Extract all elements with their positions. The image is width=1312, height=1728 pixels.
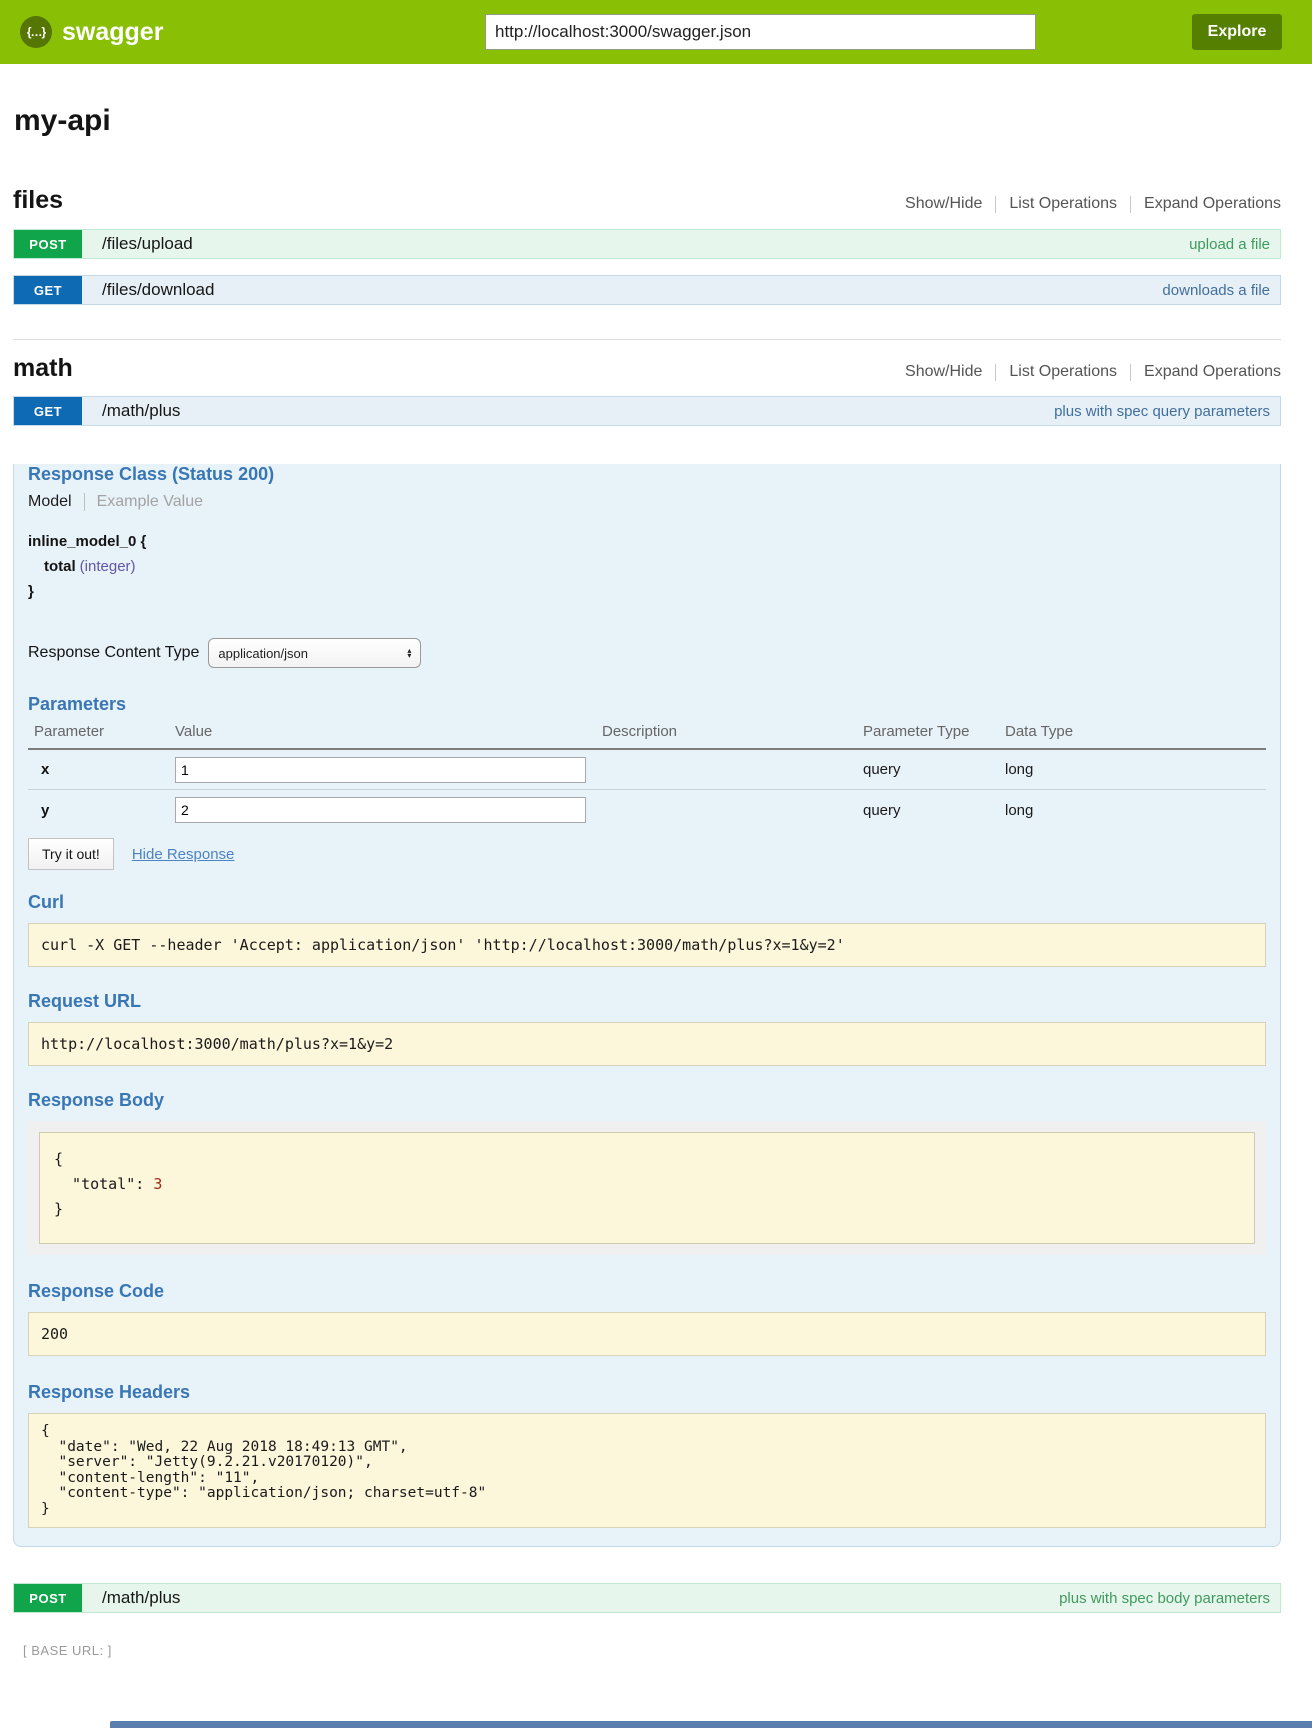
math-section-controls: Show/Hide List Operations Expand Operati…	[905, 363, 1281, 381]
endpoint-path[interactable]: /files/download	[102, 280, 214, 300]
endpoint-path[interactable]: /math/plus	[102, 1588, 180, 1608]
files-section-controls: Show/Hide List Operations Expand Operati…	[905, 195, 1281, 213]
model-property-type: (integer)	[80, 558, 136, 575]
spec-url-input[interactable]	[485, 14, 1036, 50]
parameter-data-type: long	[1005, 761, 1266, 778]
list-operations-link[interactable]: List Operations	[1009, 363, 1117, 381]
swagger-logo-link[interactable]: {…} swagger	[20, 16, 163, 48]
parameter-name: x	[34, 761, 175, 778]
separator	[995, 196, 996, 213]
parameter-data-type: long	[1005, 802, 1266, 819]
math-section-header: math Show/Hide List Operations Expand Op…	[13, 354, 1281, 383]
request-url-box: http://localhost:3000/math/plus?x=1&y=2	[28, 1022, 1266, 1066]
expand-operations-link[interactable]: Expand Operations	[1144, 363, 1281, 381]
response-code-heading: Response Code	[28, 1281, 1266, 1302]
operation-expanded-content: Response Class (Status 200) Model Exampl…	[13, 464, 1281, 1547]
page-content: my-api files Show/Hide List Operations E…	[13, 104, 1281, 1658]
expand-operations-link[interactable]: Expand Operations	[1144, 195, 1281, 213]
try-it-out-button[interactable]: Try it out!	[28, 838, 114, 870]
parameters-table: Parameter Value Description Parameter Ty…	[28, 723, 1266, 830]
parameter-y-input[interactable]	[175, 797, 586, 823]
show-hide-link[interactable]: Show/Hide	[905, 363, 982, 381]
endpoint-row-files-download[interactable]: GET /files/download downloads a file	[13, 275, 1281, 305]
model-tabs: Model Example Value	[28, 493, 1266, 511]
endpoint-summary[interactable]: plus with spec body parameters	[1059, 1590, 1270, 1607]
response-content-type-select[interactable]: application/json ▴ ▾	[208, 638, 421, 668]
response-content-type-row: Response Content Type application/json ▴…	[28, 638, 1266, 668]
endpoint-path[interactable]: /math/plus	[102, 401, 180, 421]
tab-model[interactable]: Model	[28, 493, 85, 511]
response-headers-box: { "date": "Wed, 22 Aug 2018 18:49:13 GMT…	[28, 1413, 1266, 1528]
swagger-brand-text: swagger	[62, 18, 163, 47]
endpoint-summary[interactable]: upload a file	[1189, 236, 1270, 253]
parameter-name: y	[34, 802, 175, 819]
model-property: total(integer)	[28, 554, 1266, 579]
model-signature-close: }	[28, 579, 1266, 604]
endpoint-row-math-plus-get[interactable]: GET /math/plus plus with spec query para…	[13, 396, 1281, 426]
response-json-prefix: { "total":	[54, 1150, 153, 1193]
request-url-heading: Request URL	[28, 991, 1266, 1012]
parameter-row-x: x query long	[28, 750, 1266, 790]
tab-example-value[interactable]: Example Value	[85, 493, 203, 511]
col-data-type: Data Type	[1005, 723, 1266, 740]
endpoint-summary[interactable]: downloads a file	[1162, 282, 1270, 299]
model-property-name: total	[44, 558, 76, 575]
curl-command-box: curl -X GET --header 'Accept: applicatio…	[28, 923, 1266, 967]
selected-content-type: application/json	[218, 646, 407, 661]
explore-button[interactable]: Explore	[1192, 14, 1282, 50]
method-badge-get: GET	[14, 397, 82, 425]
top-header-bar: {…} swagger Explore	[0, 0, 1312, 64]
response-content-type-label: Response Content Type	[28, 644, 199, 662]
parameter-row-y: y query long	[28, 790, 1266, 830]
section-divider	[13, 339, 1281, 340]
response-body-box: { "total": 3 }	[39, 1132, 1255, 1244]
section-title-files[interactable]: files	[13, 186, 63, 215]
files-section-header: files Show/Hide List Operations Expand O…	[13, 186, 1281, 215]
col-parameter: Parameter	[34, 723, 175, 740]
col-value: Value	[175, 723, 602, 740]
response-class-heading: Response Class (Status 200)	[28, 464, 1266, 485]
base-url-footer: [ BASE URL: ]	[23, 1643, 1281, 1658]
show-hide-link[interactable]: Show/Hide	[905, 195, 982, 213]
parameters-heading: Parameters	[28, 694, 1266, 715]
response-code-box: 200	[28, 1312, 1266, 1356]
response-json-suffix: }	[54, 1200, 63, 1218]
swagger-logo-icon: {…}	[20, 16, 52, 48]
separator	[1130, 364, 1131, 381]
model-signature-open: inline_model_0 {	[28, 529, 1266, 554]
response-body-heading: Response Body	[28, 1090, 1266, 1111]
response-json-value: 3	[153, 1175, 162, 1193]
bottom-window-strip	[110, 1721, 1312, 1728]
col-description: Description	[602, 723, 863, 740]
curl-heading: Curl	[28, 892, 1266, 913]
endpoint-row-files-upload[interactable]: POST /files/upload upload a file	[13, 229, 1281, 259]
select-arrows-icon: ▴ ▾	[407, 648, 411, 658]
parameter-type: query	[863, 802, 1005, 819]
list-operations-link[interactable]: List Operations	[1009, 195, 1117, 213]
section-title-math[interactable]: math	[13, 354, 73, 383]
response-body-container: { "total": 3 }	[28, 1121, 1266, 1255]
hide-response-link[interactable]: Hide Response	[132, 846, 235, 863]
response-headers-heading: Response Headers	[28, 1382, 1266, 1403]
parameter-type: query	[863, 761, 1005, 778]
method-badge-get: GET	[14, 276, 82, 304]
try-it-out-row: Try it out! Hide Response	[28, 838, 1266, 870]
method-badge-post: POST	[14, 230, 82, 258]
separator	[1130, 196, 1131, 213]
col-parameter-type: Parameter Type	[863, 723, 1005, 740]
endpoint-row-math-plus-post[interactable]: POST /math/plus plus with spec body para…	[13, 1583, 1281, 1613]
separator	[995, 364, 996, 381]
page-title: my-api	[14, 104, 1281, 138]
endpoint-summary[interactable]: plus with spec query parameters	[1054, 403, 1270, 420]
parameter-x-input[interactable]	[175, 757, 586, 783]
parameters-table-header: Parameter Value Description Parameter Ty…	[28, 723, 1266, 750]
method-badge-post: POST	[14, 1584, 82, 1612]
model-signature: inline_model_0 { total(integer) }	[28, 529, 1266, 604]
endpoint-path[interactable]: /files/upload	[102, 234, 193, 254]
